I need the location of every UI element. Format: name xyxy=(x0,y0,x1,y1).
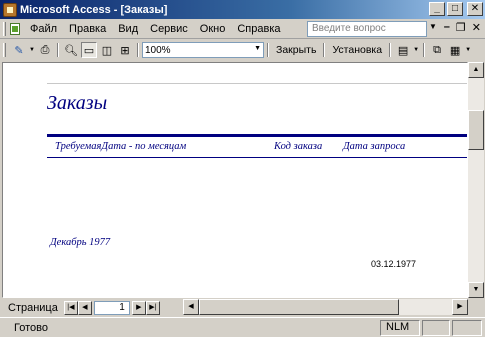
new-object-icon[interactable]: ▦ xyxy=(447,42,463,58)
print-icon[interactable]: ⎙ xyxy=(37,42,53,58)
menu-view[interactable]: Вид xyxy=(112,23,144,35)
maximize-button[interactable]: □ xyxy=(447,2,463,16)
column-header-order-id: Код заказа xyxy=(274,141,323,152)
toolbar-grip[interactable] xyxy=(3,43,6,57)
menu-tools[interactable]: Сервис xyxy=(144,23,194,35)
toolbar-separator xyxy=(267,43,269,57)
zoom-value: 100% xyxy=(145,44,171,56)
new-object-dropdown-icon[interactable]: ▼ xyxy=(465,42,471,58)
horizontal-scrollbar[interactable]: ◀ ▶ xyxy=(183,299,468,315)
scroll-down-button[interactable]: ▼ xyxy=(468,282,484,298)
document-icon[interactable] xyxy=(10,22,20,35)
zoom-select[interactable]: 100% ▼ xyxy=(142,42,264,58)
status-nlm-indicator: NLM xyxy=(386,321,410,333)
help-dropdown-arrow-icon[interactable]: ▼ xyxy=(429,22,437,31)
report-top-line xyxy=(47,83,467,84)
office-links-dropdown-icon[interactable]: ▼ xyxy=(413,42,419,58)
status-bar: Готово NLM xyxy=(0,317,485,337)
mdi-restore-button[interactable]: ❐ xyxy=(456,21,466,34)
caption-buttons: _ □ ✕ xyxy=(429,2,483,16)
vertical-scroll-thumb[interactable] xyxy=(468,110,484,150)
report-preview-area[interactable]: Заказы ТребуемаяДата - по месяцам Код за… xyxy=(2,62,468,298)
menu-help[interactable]: Справка xyxy=(231,23,286,35)
page-setup-button[interactable]: Установка xyxy=(328,44,386,56)
database-window-icon[interactable]: ⧉ xyxy=(429,42,445,58)
zoom-magnifier-icon[interactable]: 🔍︎ xyxy=(63,42,79,58)
page-navigation-bar: Страница |◀ ◀ 1 ▶ ▶| ◀ ▶ xyxy=(0,299,485,316)
help-question-input[interactable]: Введите вопрос xyxy=(307,21,427,37)
menu-bar: Файл Правка Вид Сервис Окно Справка Введ… xyxy=(0,19,485,39)
report-header-underline xyxy=(47,157,467,158)
status-panel-resize[interactable] xyxy=(452,320,482,336)
menubar-grip[interactable] xyxy=(3,21,6,36)
toolbar-separator xyxy=(137,43,139,57)
first-page-button[interactable]: |◀ xyxy=(63,300,78,315)
previous-page-button[interactable]: ◀ xyxy=(77,300,92,315)
mdi-close-button[interactable]: ✕ xyxy=(472,21,481,34)
close-button[interactable]: ✕ xyxy=(467,2,483,16)
multiple-pages-icon[interactable]: ⊞ xyxy=(117,42,133,58)
window-title: Microsoft Access - [Заказы] xyxy=(20,3,168,16)
design-view-icon[interactable]: ✎ xyxy=(11,42,27,58)
menu-file[interactable]: Файл xyxy=(24,23,63,35)
view-dropdown-arrow-icon[interactable]: ▼ xyxy=(29,42,35,58)
scroll-left-button[interactable]: ◀ xyxy=(183,299,199,315)
toolbar-separator xyxy=(389,43,392,57)
request-date-value: 03.12.1977 xyxy=(371,259,417,269)
report-header-rule xyxy=(47,134,467,137)
vertical-scrollbar[interactable]: ▲ ▼ xyxy=(468,62,484,298)
status-panel-empty xyxy=(422,320,450,336)
report-title: Заказы xyxy=(47,92,108,114)
status-ready-text: Готово xyxy=(14,321,48,334)
close-preview-button[interactable]: Закрыть xyxy=(272,44,320,56)
mdi-buttons: – ❐ ✕ xyxy=(444,21,481,34)
column-header-request-date: Дата запроса xyxy=(343,141,406,152)
menu-edit[interactable]: Правка xyxy=(63,23,112,35)
scroll-right-button[interactable]: ▶ xyxy=(452,299,468,315)
one-page-icon[interactable]: ▭ xyxy=(81,42,97,58)
page-number-input[interactable]: 1 xyxy=(93,300,130,315)
print-preview-toolbar: ✎ ▼ ⎙ 🔍︎ ▭ ◫ ⊞ 100% ▼ Закрыть Установка … xyxy=(0,40,485,60)
last-page-button[interactable]: ▶| xyxy=(145,300,160,315)
group-header-month: Декабрь 1977 xyxy=(50,237,111,248)
office-links-icon[interactable]: ▤ xyxy=(395,42,411,58)
access-app-icon[interactable] xyxy=(3,2,17,17)
scroll-up-button[interactable]: ▲ xyxy=(468,62,484,78)
next-page-button[interactable]: ▶ xyxy=(131,300,146,315)
mdi-minimize-button[interactable]: – xyxy=(444,21,450,34)
menu-window[interactable]: Окно xyxy=(194,23,232,35)
two-pages-icon[interactable]: ◫ xyxy=(99,42,115,58)
page-label: Страница xyxy=(8,301,58,314)
column-header-required-date: ТребуемаяДата - по месяцам xyxy=(55,141,187,152)
toolbar-separator xyxy=(57,43,59,57)
horizontal-scroll-thumb[interactable] xyxy=(199,299,399,315)
toolbar-separator xyxy=(323,43,326,57)
toolbar-separator xyxy=(423,43,426,57)
minimize-button[interactable]: _ xyxy=(429,2,445,16)
title-bar[interactable]: Microsoft Access - [Заказы] _ □ ✕ xyxy=(0,0,485,19)
zoom-dropdown-arrow-icon[interactable]: ▼ xyxy=(254,45,261,52)
